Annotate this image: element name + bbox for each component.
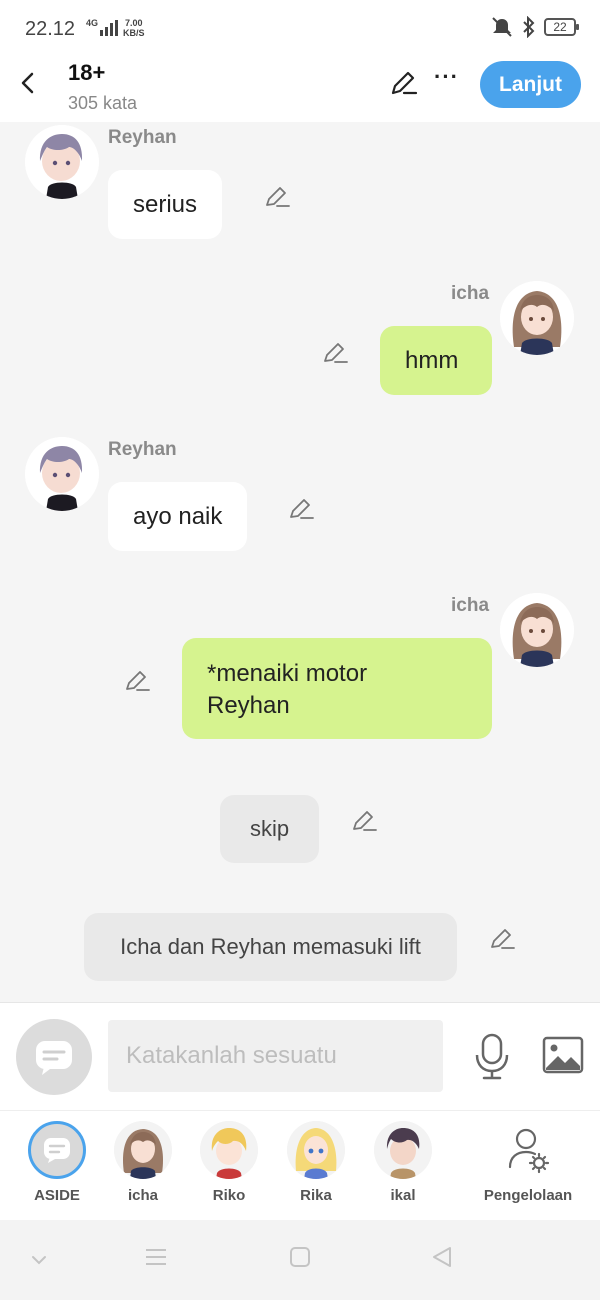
narration-text: Icha dan Reyhan memasuki lift	[120, 934, 421, 959]
message-bubble[interactable]: hmm	[380, 326, 492, 395]
character-icha[interactable]: icha	[103, 1121, 183, 1204]
user-settings-icon	[508, 1128, 550, 1174]
status-time: 22.12	[25, 18, 76, 40]
rika-avatar	[287, 1121, 345, 1179]
narration-message: Icha dan Reyhan memasuki lift	[0, 912, 600, 982]
reyhan-avatar-image	[25, 125, 99, 199]
sender-name: Reyhan	[108, 439, 177, 460]
icha-avatar-image	[500, 593, 574, 667]
icha-avatar	[114, 1121, 172, 1179]
sender-name: icha	[451, 283, 490, 304]
edit-message-icon[interactable]	[123, 667, 151, 695]
image-icon[interactable]	[542, 1036, 584, 1074]
narration-bubble[interactable]: Icha dan Reyhan memasuki lift	[84, 913, 457, 981]
message-input[interactable]	[108, 1020, 443, 1092]
message-bubble[interactable]: ayo naik	[108, 482, 248, 551]
riko-avatar-image	[200, 1121, 258, 1179]
network-speed: 7.00 KB/S	[123, 18, 145, 38]
avatar-reyhan[interactable]	[25, 437, 99, 511]
message-text: hmm	[405, 346, 459, 374]
narration-text: skip	[249, 816, 290, 841]
message-text-line: *menaiki motor	[207, 660, 368, 687]
chat-message: icha hmm	[0, 278, 600, 408]
icha-avatar-image	[500, 281, 574, 355]
message-text-line: Reyhan	[207, 692, 290, 719]
riko-avatar	[200, 1121, 258, 1179]
back-icon[interactable]	[431, 1246, 453, 1268]
header: 18+ 305 kata ··· Lanjut	[0, 60, 600, 122]
chat-message: icha *menaiki motor Reyhan	[0, 590, 600, 750]
status-icons: 22	[490, 16, 579, 38]
narration-bubble[interactable]: skip	[220, 795, 319, 863]
composer	[0, 1002, 600, 1110]
avatar-icha[interactable]	[500, 281, 574, 355]
next-button[interactable]: Lanjut	[480, 61, 581, 108]
network-speed-unit: KB/S	[123, 28, 145, 38]
edit-message-icon[interactable]	[287, 495, 315, 523]
edit-message-icon[interactable]	[263, 183, 291, 211]
system-nav-bar	[0, 1220, 600, 1300]
character-label: Rika	[300, 1187, 332, 1204]
aside-avatar	[28, 1121, 86, 1179]
message-bubble[interactable]: *menaiki motor Reyhan	[182, 638, 492, 739]
avatar-icha[interactable]	[500, 593, 574, 667]
edit-message-icon[interactable]	[488, 925, 516, 953]
network-speed-value: 7.00	[124, 18, 143, 28]
character-riko[interactable]: Riko	[189, 1121, 269, 1204]
chat-area[interactable]: Reyhan serius icha hmm Reyhan ayo naik i…	[0, 122, 600, 1002]
character-management[interactable]: Pengelolaan	[480, 1121, 576, 1204]
word-count: 305 kata	[68, 93, 138, 113]
message-text: ayo naik	[133, 502, 223, 530]
chat-message: Reyhan serius	[0, 122, 600, 252]
bluetooth-icon	[523, 16, 535, 38]
ikal-avatar	[374, 1121, 432, 1179]
mute-icon	[492, 17, 512, 37]
edit-icon[interactable]	[388, 68, 418, 98]
message-bubble[interactable]: serius	[108, 170, 223, 239]
narration-icon	[36, 1041, 72, 1075]
sender-name: Reyhan	[108, 127, 177, 148]
battery-level: 22	[553, 20, 567, 34]
narration-icon	[44, 1138, 70, 1163]
character-label: ikal	[390, 1187, 416, 1204]
signal-icon	[100, 20, 118, 36]
network-type: 4G	[86, 18, 99, 28]
aside-toggle-button[interactable]	[16, 1019, 92, 1095]
character-label: ASIDE	[34, 1187, 80, 1204]
sender-name: icha	[451, 595, 490, 616]
character-label: Riko	[212, 1187, 246, 1204]
character-label: icha	[127, 1187, 158, 1204]
back-arrow-icon[interactable]	[14, 68, 42, 98]
character-rika[interactable]: Rika	[276, 1121, 356, 1204]
battery-icon: 22	[544, 18, 579, 36]
character-label: Pengelolaan	[483, 1187, 573, 1204]
status-bar: 22.12 4G 7.00 KB/S 22	[0, 0, 600, 60]
microphone-icon[interactable]	[474, 1033, 510, 1081]
page-title: 18+	[68, 60, 106, 85]
edit-message-icon[interactable]	[350, 807, 378, 835]
ikal-avatar-image	[374, 1121, 432, 1179]
icha-avatar-image	[114, 1121, 172, 1179]
home-icon[interactable]	[289, 1246, 311, 1268]
management-avatar	[499, 1121, 557, 1179]
avatar-reyhan[interactable]	[25, 125, 99, 199]
character-aside[interactable]: ASIDE	[17, 1121, 97, 1204]
character-bar: ASIDE icha Riko Rika ikal Pengelolaan	[0, 1110, 600, 1220]
character-ikal[interactable]: ikal	[363, 1121, 443, 1204]
rika-avatar-image	[287, 1121, 345, 1179]
edit-message-icon[interactable]	[321, 339, 349, 367]
reyhan-avatar-image	[25, 437, 99, 511]
narration-message: skip	[0, 794, 600, 864]
menu-icon[interactable]	[145, 1246, 167, 1268]
message-text: serius	[133, 190, 198, 218]
chevron-down-icon[interactable]	[30, 1254, 48, 1266]
chat-message: Reyhan ayo naik	[0, 434, 600, 564]
more-options-icon[interactable]: ···	[434, 64, 459, 90]
